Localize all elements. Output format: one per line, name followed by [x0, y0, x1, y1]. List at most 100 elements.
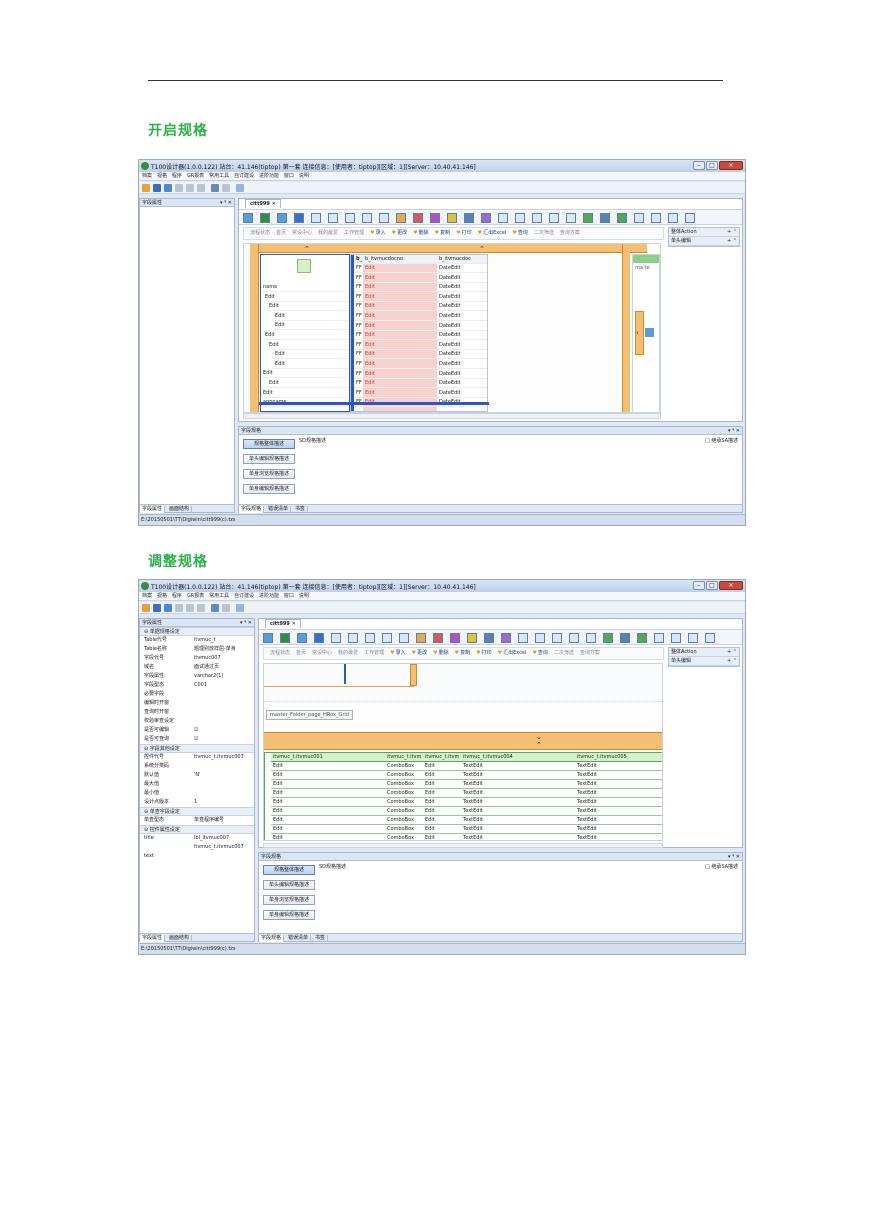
action-item[interactable]: 查询	[512, 228, 528, 239]
open-folder-icon[interactable]	[142, 184, 150, 192]
designer-tool-icon[interactable]	[260, 213, 270, 223]
menu-item[interactable]: 进阶功能	[259, 592, 279, 601]
grid-cell[interactable]: DateEdit	[437, 302, 487, 312]
tree-node[interactable]: Edit	[263, 293, 349, 302]
grid-cell[interactable]: TextEdit	[461, 762, 575, 771]
grid-cell[interactable]: Edit	[423, 807, 461, 816]
action-item[interactable]: 复制	[435, 228, 450, 239]
designer-tool-icon[interactable]	[277, 213, 287, 223]
grid-cell[interactable]: TextEdit	[461, 834, 575, 840]
designer-tool-icon[interactable]	[603, 633, 613, 643]
grid-cell[interactable]: TextEdit	[575, 798, 662, 807]
panel-pin-icon[interactable]: ▾ ᵠ ✕	[240, 619, 252, 627]
tab-field-spec[interactable]: 字段规格	[259, 935, 285, 942]
tree-node[interactable]: Edit	[261, 389, 347, 398]
action-item[interactable]: 查询方案	[560, 228, 580, 239]
grid-cell[interactable]: Edit	[271, 816, 385, 825]
designer-tool-icon[interactable]	[450, 633, 460, 643]
designer-tool-icon[interactable]	[515, 213, 525, 223]
action-item[interactable]: 打印	[456, 228, 472, 239]
property-section-header[interactable]: 字段其他设定	[140, 744, 254, 753]
designer-tool-icon[interactable]	[416, 633, 426, 643]
tree-node[interactable]: Edit	[273, 350, 349, 360]
designer-tool-icon[interactable]	[348, 633, 358, 643]
window-icon[interactable]	[236, 184, 244, 192]
property-value[interactable]: itvmuc_t.itvmuc007	[194, 753, 244, 762]
save-as-icon[interactable]	[164, 184, 172, 192]
designer-tool-icon[interactable]	[688, 633, 698, 643]
designer-tool-icon[interactable]	[637, 633, 647, 643]
property-section-header[interactable]: 单查字段设定	[140, 807, 254, 816]
chevron-left-icon[interactable]: ‹	[636, 329, 639, 337]
body-browse-spec-button[interactable]: 单身浏览规格描述	[243, 469, 295, 479]
property-value[interactable]: itvmuc_t.itvmuc007	[194, 843, 244, 852]
grid-cell[interactable]: ComboBox	[385, 798, 423, 807]
designer-tool-icon[interactable]	[331, 633, 341, 643]
grid-cell[interactable]: TextEdit	[461, 825, 575, 834]
open-folder-icon[interactable]	[142, 604, 150, 612]
designer-tool-icon[interactable]	[705, 633, 715, 643]
grid-cell[interactable]: ComboBox	[385, 807, 423, 816]
body-edit-spec-button[interactable]: 单身编辑规格描述	[263, 910, 315, 920]
action-item[interactable]: 工作管理	[344, 228, 364, 239]
grid-cell[interactable]: DateEdit	[437, 264, 487, 273]
frame-handle[interactable]	[410, 664, 417, 686]
property-value[interactable]: ☑	[194, 726, 244, 735]
grid-cell[interactable]: Edit	[363, 379, 437, 389]
grid-cell[interactable]: Edit	[271, 762, 385, 771]
tree-node[interactable]: Edit	[273, 312, 349, 321]
panel-pin-icon[interactable]: ▾ ᵠ ✕	[728, 853, 740, 861]
designer-tool-icon[interactable]	[501, 633, 511, 643]
designer-tool-icon[interactable]	[600, 213, 610, 223]
action-item[interactable]: 删除	[413, 228, 429, 239]
property-value[interactable]: lbl_itvmuc007	[194, 834, 244, 843]
designer-tool-icon[interactable]	[280, 633, 290, 643]
grid-cell[interactable]: ComboBox	[385, 789, 423, 798]
property-section-header[interactable]: 单据规格设定	[140, 627, 254, 636]
designer-tool-icon[interactable]	[569, 633, 579, 643]
paste-icon[interactable]	[197, 604, 205, 612]
designer-tool-icon[interactable]	[484, 633, 494, 643]
grid-cell[interactable]: TextEdit	[461, 798, 575, 807]
grid-cell[interactable]: TextEdit	[461, 771, 575, 780]
tab-field-spec[interactable]: 字段规格	[239, 506, 265, 513]
chevron-down-icon[interactable]: ⌄	[536, 733, 542, 741]
property-value[interactable]: ☑	[194, 735, 244, 744]
property-value[interactable]: itvmuc007	[194, 654, 244, 663]
designer-tool-icon[interactable]	[433, 633, 443, 643]
tree-node[interactable]: Edit	[273, 321, 349, 331]
search-icon[interactable]	[645, 328, 654, 337]
grid-cell[interactable]: Edit	[363, 341, 437, 350]
grid-cell[interactable]: Edit	[363, 274, 437, 283]
grid-cell[interactable]: DateEdit	[437, 312, 487, 321]
grid-cell[interactable]: TextEdit	[575, 780, 662, 789]
menu-item[interactable]: 档案	[142, 592, 152, 601]
action-item[interactable]: 查询方案	[580, 648, 600, 659]
designer-tool-icon[interactable]	[328, 213, 338, 223]
tab-bookmarks[interactable]: 书签	[293, 506, 308, 513]
data-grid[interactable]: b_ b_itvmucdocno b_itvmucdoc FF Edit DateEdit…	[350, 254, 488, 412]
action-item[interactable]: 我的最爱	[318, 228, 338, 239]
panel-pin-icon[interactable]: ▾ ᵠ ✕	[728, 427, 740, 435]
property-value[interactable]: varchar2(1)	[194, 672, 244, 681]
right-panel-item[interactable]: 单头编辑	[669, 657, 739, 666]
grid-cell[interactable]: DateEdit	[437, 283, 487, 293]
grid-cell[interactable]: DateEdit	[437, 379, 487, 389]
tree-grid[interactable]: name Edit Edit Edit Edit Edit Edit Edit Edit Edit…	[260, 254, 350, 412]
grid-cell[interactable]: TextEdit	[461, 807, 575, 816]
undo-icon[interactable]	[211, 604, 219, 612]
grid-cell[interactable]: Edit	[423, 834, 461, 840]
property-value[interactable]: 题理别放样屈-单身	[194, 645, 244, 654]
spec-overall-button[interactable]: 规格整体描述	[263, 865, 315, 875]
grid-cell[interactable]: TextEdit	[575, 825, 662, 834]
grid-cell[interactable]: Edit	[363, 312, 437, 321]
tree-node[interactable]: Edit	[261, 369, 347, 379]
menu-item[interactable]: 自订建设	[234, 172, 254, 181]
action-item[interactable]: 汇出Excel	[498, 648, 526, 659]
designer-tool-icon[interactable]	[654, 633, 664, 643]
designer-tool-icon[interactable]	[586, 633, 596, 643]
designer-tool-icon[interactable]	[345, 213, 355, 223]
grid-cell[interactable]: TextEdit	[461, 816, 575, 825]
action-item[interactable]: 汇出Excel	[478, 228, 506, 239]
grid-cell[interactable]: Edit	[423, 825, 461, 834]
